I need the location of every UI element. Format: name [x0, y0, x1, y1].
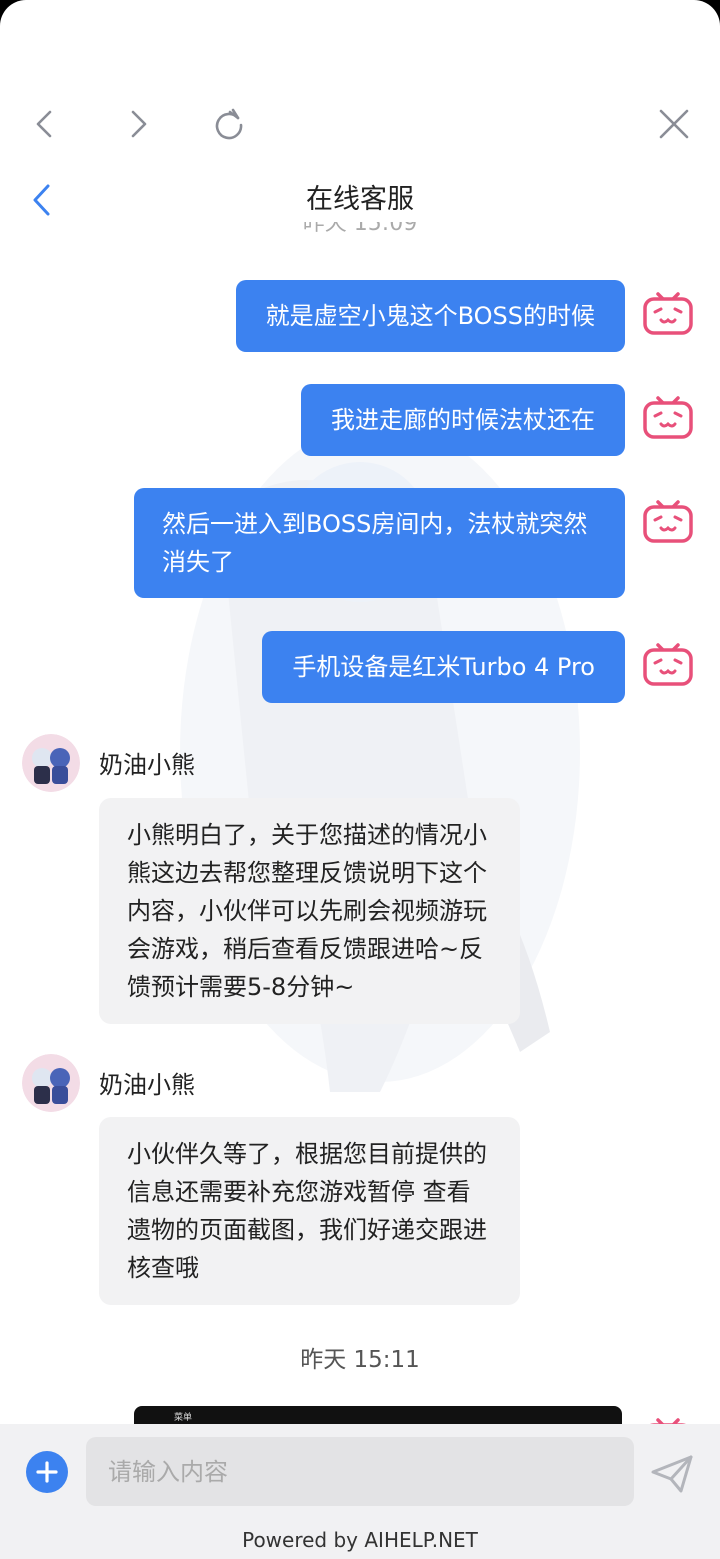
bilibili-tv-icon	[643, 643, 693, 686]
message-input[interactable]	[86, 1437, 634, 1506]
close-icon	[659, 109, 689, 139]
agent-avatar[interactable]	[22, 734, 80, 792]
bilibili-tv-icon	[650, 1418, 686, 1424]
agent-avatar[interactable]	[22, 1054, 80, 1112]
page-title: 在线客服	[306, 184, 414, 215]
plus-icon	[36, 1461, 58, 1483]
agent-name: 奶油小熊	[99, 751, 195, 779]
agent-message-bubble[interactable]: 小熊明白了，关于您描述的情况小熊这边去帮您整理反馈说明下这个内容，小伙伴可以先刷…	[99, 798, 520, 1024]
agent-name: 奶油小熊	[99, 1071, 195, 1099]
powered-by-text: Powered by AIHELP.NET	[242, 1528, 478, 1552]
bilibili-tv-icon	[643, 292, 693, 335]
close-button[interactable]	[650, 100, 698, 148]
nav-back-button[interactable]	[22, 100, 70, 148]
agent-message-bubble[interactable]: 小伙伴久等了，根据您目前提供的信息还需要补充您游戏暂停 查看遗物的页面截图，我们…	[99, 1117, 520, 1305]
image-preview-label: 菜单	[174, 1413, 193, 1423]
image-message-preview[interactable]: 菜单	[134, 1406, 622, 1424]
user-message-bubble[interactable]: 然后一进入到BOSS房间内，法杖就突然消失了	[134, 488, 625, 598]
chat-area[interactable]: 昨天 15:09 就是虚空小鬼这个BOSS的时候 我进走廊的时候法杖还在 然后一…	[0, 222, 720, 1424]
bilibili-tv-icon	[643, 396, 693, 439]
bilibili-tv-icon	[643, 500, 693, 543]
nav-forward-button[interactable]	[113, 100, 161, 148]
reload-button[interactable]	[205, 100, 253, 148]
reload-icon	[215, 108, 243, 140]
input-bar: Powered by AIHELP.NET	[0, 1424, 720, 1559]
forward-arrow-icon	[131, 110, 147, 138]
user-message-bubble[interactable]: 我进走廊的时候法杖还在	[301, 384, 625, 456]
back-arrow-icon	[36, 110, 52, 138]
screen: 在线客服 昨天 15:09 就是虚空小鬼这个BOSS的时候 我进走廊的时候法杖还…	[0, 0, 720, 1559]
user-message-bubble[interactable]: 就是虚空小鬼这个BOSS的时候	[235, 280, 625, 352]
send-icon	[651, 1455, 693, 1493]
user-message-bubble[interactable]: 手机设备是红米Turbo 4 Pro	[262, 631, 625, 703]
clipped-timestamp: 昨天 15:09	[0, 222, 720, 234]
add-attachment-button[interactable]	[26, 1451, 68, 1493]
send-button[interactable]	[648, 1450, 696, 1498]
message-timestamp: 昨天 15:11	[300, 1347, 420, 1373]
